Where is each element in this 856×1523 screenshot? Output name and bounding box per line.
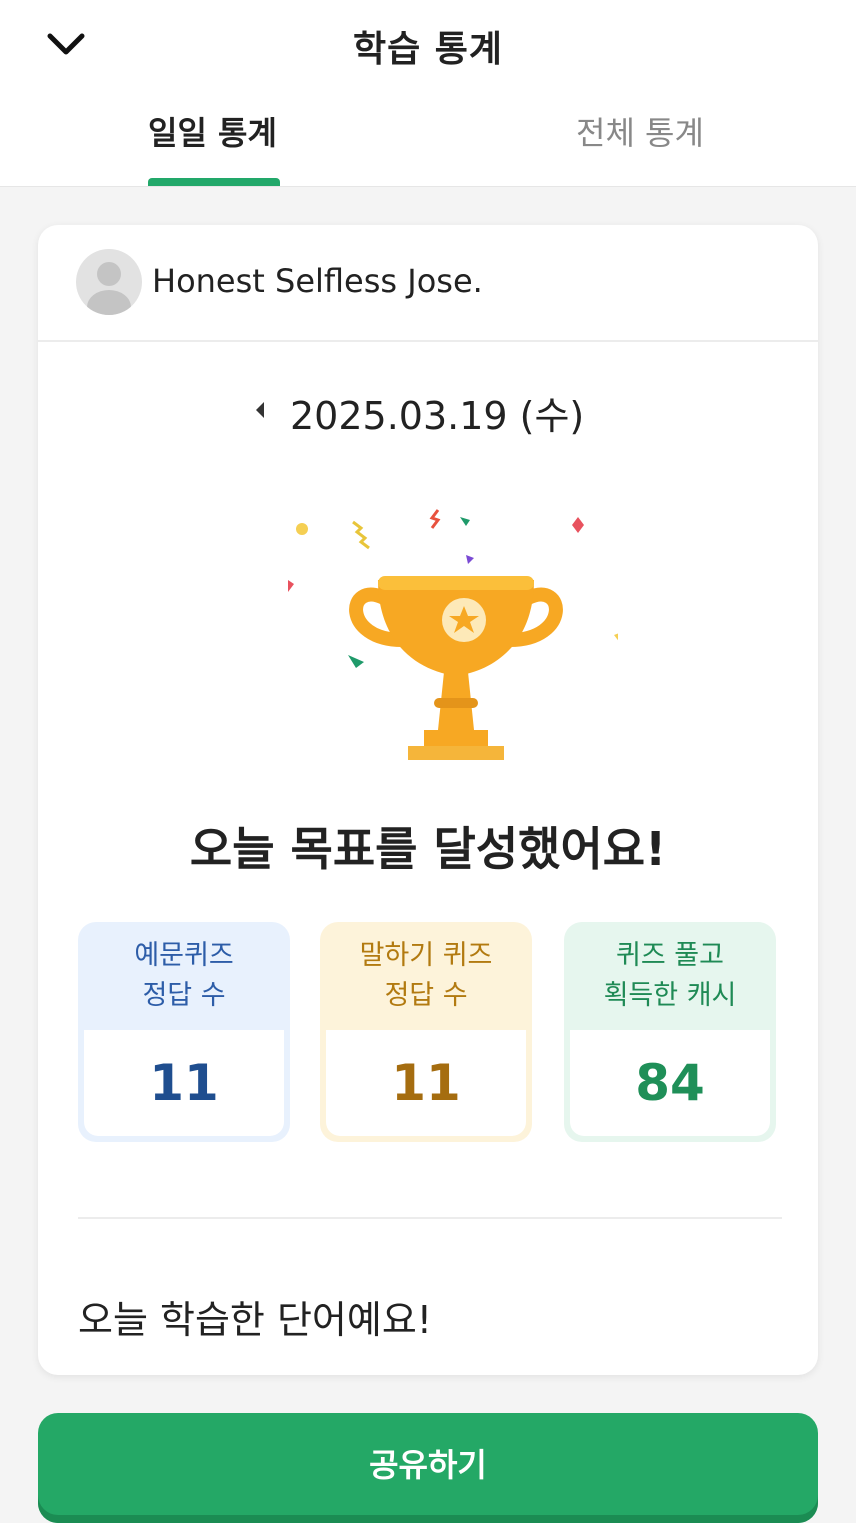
stat-label: 퀴즈 풀고 획득한 캐시 (564, 922, 776, 1030)
stat-value: 84 (570, 1030, 770, 1136)
share-button[interactable]: 공유하기 (38, 1413, 818, 1523)
user-icon (87, 262, 131, 315)
trophy-icon (238, 500, 632, 770)
profile-row: Honest Selfless Jose. (38, 225, 818, 342)
stat-cash-earned: 퀴즈 풀고 획득한 캐시 84 (564, 922, 776, 1142)
stat-value: 11 (84, 1030, 284, 1136)
daily-stats-card: Honest Selfless Jose. 2025.03.19 (수) 오늘 … (38, 225, 818, 1375)
divider (78, 1217, 782, 1219)
stat-value: 11 (326, 1030, 526, 1136)
date-selector: 2025.03.19 (수) (38, 385, 818, 438)
stat-label-line1: 퀴즈 풀고 (616, 939, 724, 971)
tab-total-stats[interactable]: 전체 통계 (576, 108, 704, 154)
chevron-left-icon[interactable] (250, 395, 270, 425)
stat-label-line1: 말하기 퀴즈 (359, 939, 493, 971)
date-label: 2025.03.19 (수) (290, 394, 585, 438)
tab-daily-stats[interactable]: 일일 통계 (148, 108, 277, 154)
stat-sentence-quiz: 예문퀴즈 정답 수 11 (78, 922, 290, 1142)
stat-label: 말하기 퀴즈 정답 수 (320, 922, 532, 1030)
achievement-title: 오늘 목표를 달성했어요! (189, 822, 667, 876)
user-name: Honest Selfless Jose. (152, 262, 483, 300)
stat-speaking-quiz: 말하기 퀴즈 정답 수 11 (320, 922, 532, 1142)
top-bar: 학습 통계 일일 통계 전체 통계 (0, 0, 856, 187)
stat-label-line1: 예문퀴즈 (134, 939, 234, 971)
stat-label: 예문퀴즈 정답 수 (78, 922, 290, 1030)
stat-label-line2: 정답 수 (142, 980, 226, 1011)
avatar (76, 249, 142, 315)
stat-label-line2: 획득한 캐시 (603, 980, 737, 1011)
stat-label-line2: 정답 수 (384, 980, 468, 1011)
tab-active-indicator (148, 178, 280, 186)
learned-words-title: 오늘 학습한 단어예요! (78, 1298, 433, 1342)
page-title: 학습 통계 (352, 29, 503, 70)
